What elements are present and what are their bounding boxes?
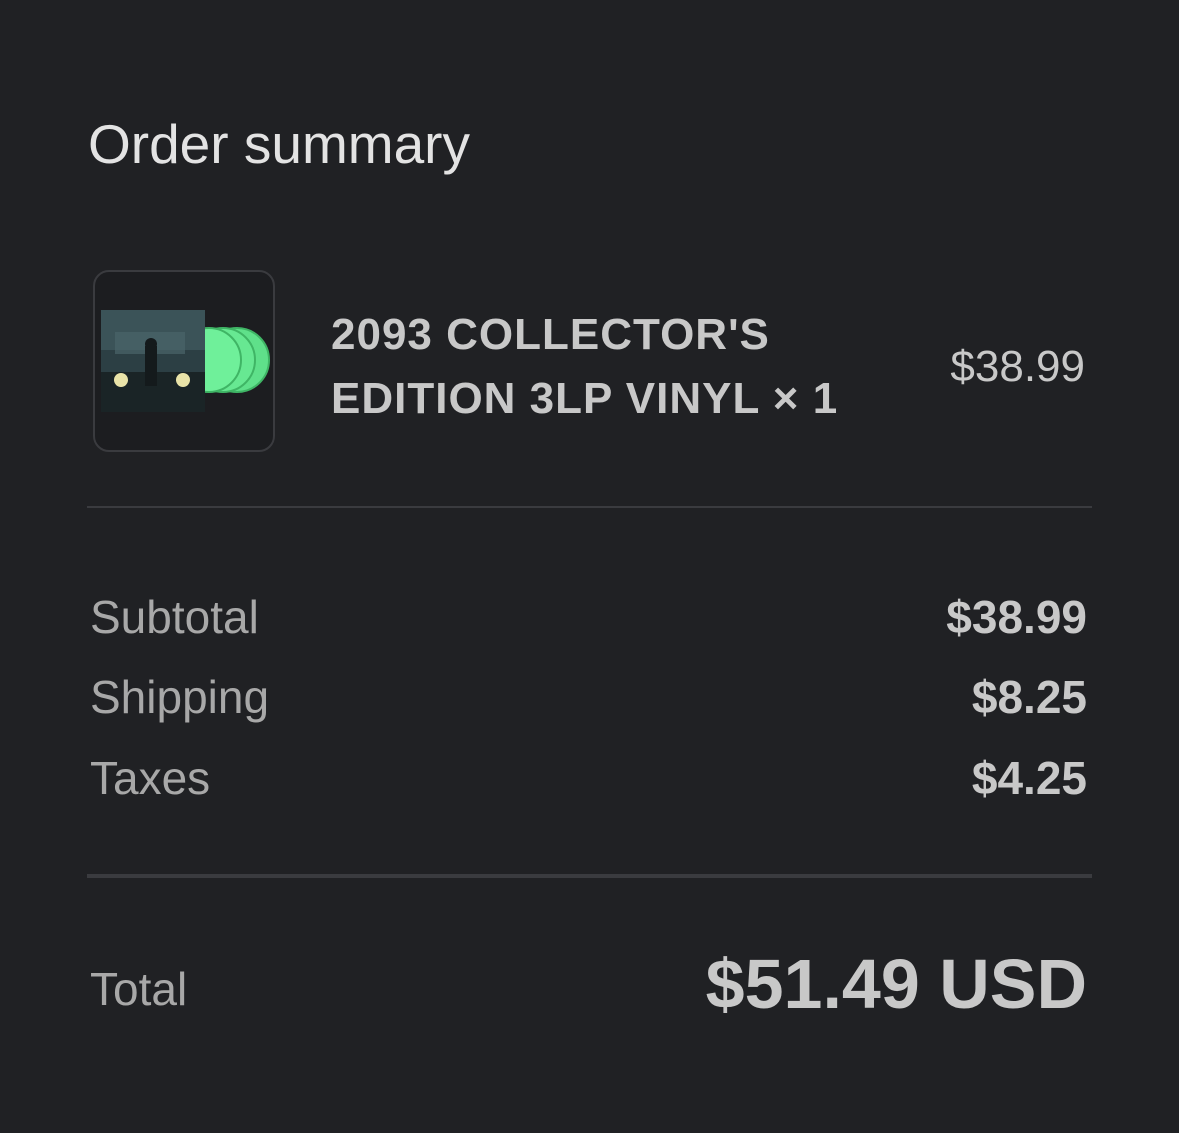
taxes-label: Taxes <box>90 752 211 804</box>
divider <box>87 506 1092 508</box>
subtotal-label: Subtotal <box>90 591 259 643</box>
shipping-value: $8.25 <box>971 671 1087 723</box>
shipping-label: Shipping <box>90 671 270 723</box>
order-summary-heading: Order summary <box>88 113 470 175</box>
total-label: Total <box>90 963 188 1015</box>
divider <box>87 874 1092 878</box>
total-value: $51.49 USD <box>705 945 1087 1023</box>
album-vinyl-icon <box>101 310 270 412</box>
item-price: $38.99 <box>950 342 1085 391</box>
taxes-value: $4.25 <box>971 752 1087 804</box>
product-thumbnail <box>93 270 275 452</box>
subtotal-value: $38.99 <box>946 591 1087 643</box>
item-title: 2093 COLLECTOR'S EDITION 3LP VINYL × 1 <box>331 310 839 423</box>
